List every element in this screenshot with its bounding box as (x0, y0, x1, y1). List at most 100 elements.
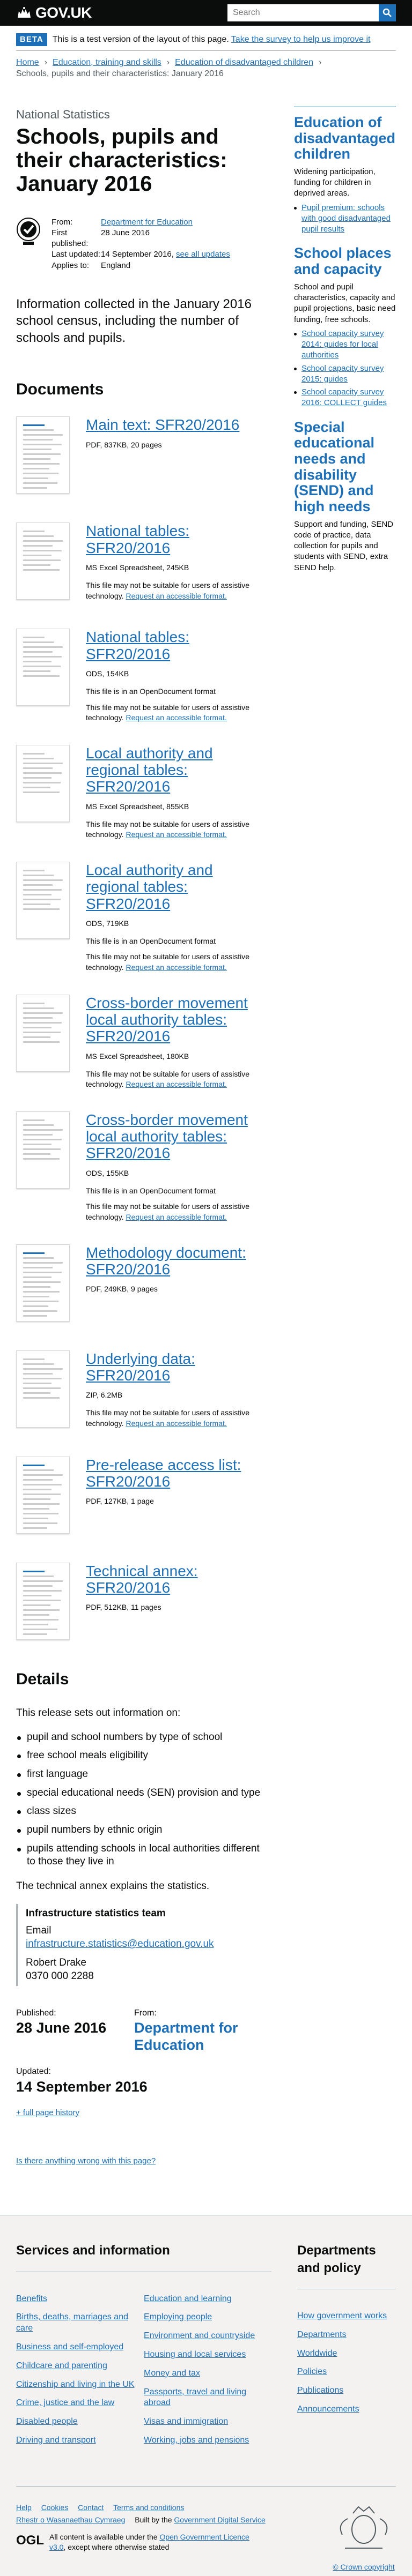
sidebar-link[interactable]: School capacity survey 2014: guides for … (301, 329, 384, 360)
sidebar-title-school-places[interactable]: School places and capacity (294, 245, 396, 277)
request-accessible-format-link[interactable]: Request an accessible format. (126, 963, 226, 972)
list-item: Crime, justice and the law (16, 2398, 144, 2409)
footer-help-link[interactable]: Help (16, 2503, 32, 2512)
see-all-updates-link[interactable]: see all updates (176, 249, 230, 260)
file-thumbnail[interactable] (16, 522, 70, 600)
attachment-title-link[interactable]: Cross-border movement local authority ta… (86, 995, 268, 1045)
file-thumbnail[interactable] (16, 1350, 70, 1428)
footer-dept-link[interactable]: Policies (297, 2367, 327, 2376)
footer-service-link[interactable]: Business and self-employed (16, 2342, 123, 2351)
file-thumbnail[interactable] (16, 744, 70, 822)
attachment-title-link[interactable]: Main text: SFR20/2016 (86, 416, 239, 433)
thumbnail-line (23, 781, 61, 783)
attachment-title-link[interactable]: Pre-release access list: SFR20/2016 (86, 1457, 268, 1490)
footer-dept-link[interactable]: How government works (297, 2311, 387, 2320)
footer-service-link[interactable]: Housing and local services (144, 2350, 246, 2359)
footer-service-link[interactable]: Disabled people (16, 2417, 78, 2426)
pdf-thumbnail[interactable] (16, 1456, 70, 1534)
meta-applies-label: Applies to: (52, 260, 90, 270)
footer-service-link[interactable]: Births, deaths, marriages and care (16, 2312, 128, 2333)
footer-service-link[interactable]: Citizenship and living in the UK (16, 2380, 135, 2389)
thumbnail-line (23, 1363, 54, 1365)
from-department-link[interactable]: Department for Education (134, 2019, 252, 2054)
file-thumbnail[interactable] (16, 861, 70, 939)
footer-welsh-link[interactable]: Rhestr o Wasanaethau Cymraeg (16, 2515, 125, 2524)
attachment-title-link[interactable]: National tables: SFR20/2016 (86, 629, 268, 662)
thumbnail-line (23, 888, 62, 891)
request-accessible-format-link[interactable]: Request an accessible format. (126, 713, 226, 722)
pdf-thumbnail[interactable] (16, 1244, 70, 1321)
footer-service-link[interactable]: Benefits (16, 2294, 47, 2303)
footer-service-link[interactable]: Crime, justice and the law (16, 2398, 114, 2407)
published-date: 28 June 2016 (16, 2019, 107, 2036)
footer-dept-link[interactable]: Publications (297, 2386, 343, 2395)
gds-link[interactable]: Government Digital Service (174, 2515, 265, 2524)
request-accessible-format-link[interactable]: Request an accessible format. (126, 1213, 226, 1221)
footer-service-link[interactable]: Driving and transport (16, 2436, 96, 2445)
breadcrumb-home[interactable]: Home (16, 58, 39, 67)
sidebar-link[interactable]: School capacity survey 2015: guides (301, 364, 384, 384)
footer-service-link[interactable]: Visas and immigration (144, 2417, 228, 2426)
footer-dept-link[interactable]: Departments (297, 2330, 347, 2339)
footer-service-link[interactable]: Childcare and parenting (16, 2361, 107, 2370)
attachment-title-link[interactable]: Cross-border movement local authority ta… (86, 1111, 268, 1162)
request-accessible-format-link[interactable]: Request an accessible format. (126, 592, 226, 600)
attachment-title-link[interactable]: Local authority and regional tables: SFR… (86, 745, 268, 795)
footer-service-link[interactable]: Environment and countryside (144, 2331, 255, 2340)
sidebar-title-disadvantaged[interactable]: Education of disadvantaged children (294, 114, 396, 162)
request-accessible-format-link[interactable]: Request an accessible format. (126, 1419, 226, 1428)
breadcrumb-separator: › (166, 58, 170, 68)
sidebar-title-send[interactable]: Special educational needs and disability… (294, 419, 396, 515)
request-accessible-format-link[interactable]: Request an accessible format. (126, 830, 226, 839)
sidebar-link[interactable]: Pupil premium: schools with good disadva… (301, 203, 391, 234)
footer-service-link[interactable]: Money and tax (144, 2369, 200, 2378)
crown-copyright-link[interactable]: © Crown copyright (332, 2562, 396, 2572)
contact-email-link[interactable]: infrastructure.statistics@education.gov.… (26, 1938, 214, 1950)
thumbnail-line (23, 1392, 50, 1394)
attachment-title-link[interactable]: Technical annex: SFR20/2016 (86, 1563, 268, 1596)
footer-dept-link[interactable]: Announcements (297, 2405, 359, 2414)
footer-service-link[interactable]: Education and learning (144, 2294, 232, 2303)
attachments-list: Main text: SFR20/2016 PDF, 837KB, 20 page… (16, 416, 268, 1647)
footer-cookies-link[interactable]: Cookies (41, 2503, 69, 2512)
footer-service-link[interactable]: Passports, travel and living abroad (144, 2387, 246, 2408)
file-thumbnail[interactable] (16, 1111, 70, 1189)
footer-services-col1: Benefits Births, deaths, marriages and ca… (16, 2294, 144, 2454)
breadcrumb-disadvantaged[interactable]: Education of disadvantaged children (175, 58, 313, 67)
attachment-meta: PDF, 512KB, 11 pages (86, 1603, 161, 1612)
footer-terms-link[interactable]: Terms and conditions (113, 2503, 184, 2512)
govuk-logo[interactable]: GOV.UK (16, 3, 92, 23)
list-item: free school meals eligibility (16, 1749, 268, 1763)
pdf-thumbnail[interactable] (16, 1562, 70, 1640)
thumbnail-line (23, 661, 52, 663)
breadcrumb-education[interactable]: Education, training and skills (53, 58, 161, 67)
full-page-history-link[interactable]: + full page history (16, 2108, 79, 2117)
list-item: Benefits (16, 2294, 144, 2305)
details-outro: The technical annex explains the statist… (16, 1880, 210, 1892)
beta-survey-link[interactable]: Take the survey to help us improve it (231, 34, 371, 46)
attachment-title-link[interactable]: Local authority and regional tables: SFR… (86, 862, 268, 912)
thumbnail-line (23, 757, 54, 759)
attachment-item: Pre-release access list: SFR20/2016 PDF, … (16, 1456, 268, 1541)
sidebar-link[interactable]: School capacity survey 2016: COLLECT gui… (301, 387, 387, 407)
file-thumbnail[interactable] (16, 994, 70, 1072)
updated-date: 14 September 2016 (16, 2079, 148, 2095)
thumbnail-line (23, 1305, 48, 1307)
report-problem-link[interactable]: Is there anything wrong with this page? (16, 2156, 156, 2166)
footer-service-link[interactable]: Employing people (144, 2312, 212, 2321)
attachment-meta: MS Excel Spreadsheet, 855KB (86, 802, 189, 811)
search-input[interactable] (227, 4, 379, 21)
footer-dept-link[interactable]: Worldwide (297, 2349, 337, 2358)
request-accessible-format-link[interactable]: Request an accessible format. (126, 1080, 226, 1088)
footer-contact-link[interactable]: Contact (78, 2503, 104, 2512)
attachment-title-link[interactable]: National tables: SFR20/2016 (86, 522, 268, 556)
attachment-item: Cross-border movement local authority ta… (16, 994, 268, 1090)
file-thumbnail[interactable] (16, 629, 70, 706)
thumbnail-line (23, 453, 61, 456)
meta-from-link[interactable]: Department for Education (101, 217, 193, 228)
attachment-title-link[interactable]: Underlying data: SFR20/2016 (86, 1350, 268, 1384)
search-button[interactable] (379, 4, 396, 21)
footer-service-link[interactable]: Working, jobs and pensions (144, 2436, 249, 2445)
attachment-title-link[interactable]: Methodology document: SFR20/2016 (86, 1244, 268, 1278)
pdf-thumbnail[interactable] (16, 416, 70, 494)
